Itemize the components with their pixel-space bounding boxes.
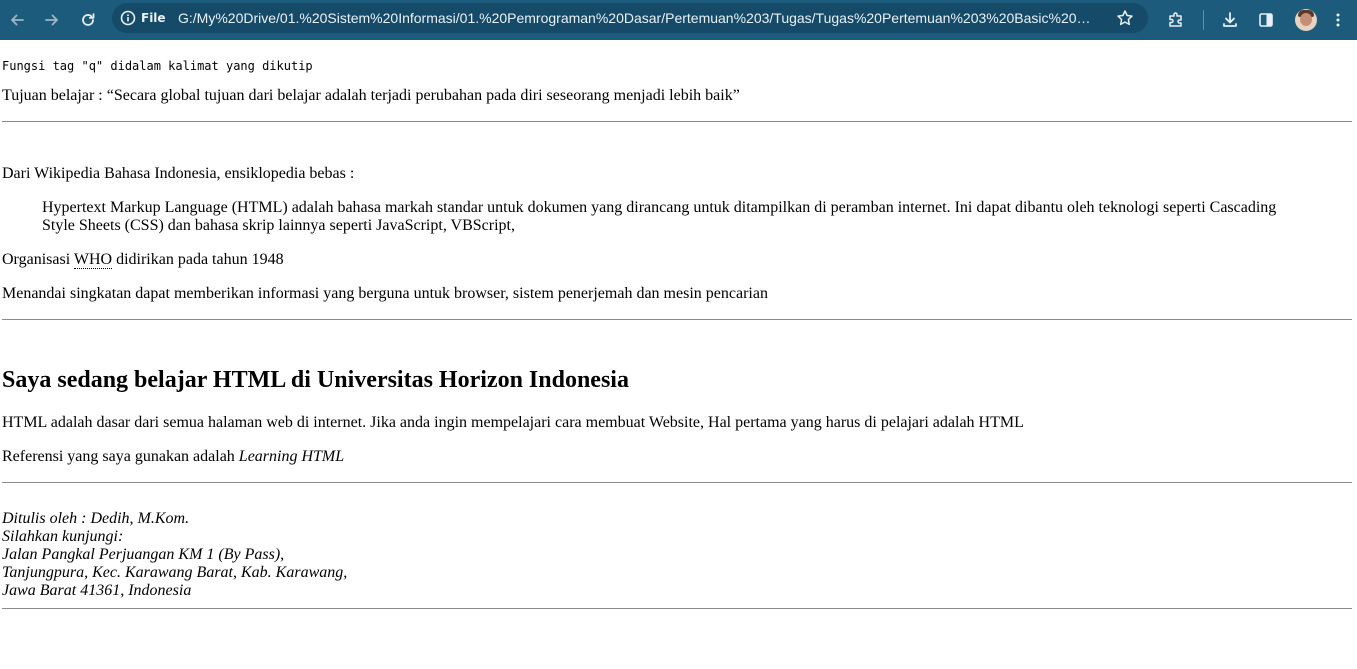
arrow-left-icon — [11, 14, 24, 26]
reference-prefix: Referensi yang saya gunakan adalah — [2, 448, 239, 465]
page-content: Fungsi tag "q" didalam kalimat yang diku… — [0, 40, 1357, 669]
downloads-button[interactable] — [1215, 5, 1245, 35]
browser-toolbar: File G:/My%20Drive/01.%20Sistem%20Inform… — [0, 0, 1357, 40]
address-line: Ditulis oleh : Dedih, M.Kom. — [2, 510, 190, 527]
html-paragraph: HTML adalah dasar dari semua halaman web… — [2, 414, 1024, 431]
address-bar[interactable]: File G:/My%20Drive/01.%20Sistem%20Inform… — [112, 3, 1148, 33]
url-text[interactable]: G:/My%20Drive/01.%20Sistem%20Informasi/0… — [178, 3, 1098, 33]
back-button[interactable] — [2, 5, 32, 35]
side-panel-button[interactable] — [1251, 5, 1281, 35]
divider — [2, 319, 1352, 320]
divider — [2, 608, 1352, 609]
avatar[interactable] — [1295, 9, 1317, 31]
org-suffix: didirikan pada tahun 1948 — [112, 251, 284, 268]
side-panel-icon — [1259, 13, 1273, 27]
avatar-face — [1300, 13, 1312, 26]
star-icon — [1117, 10, 1133, 26]
address-line: Jalan Pangkal Perjuangan KM 1 (By Pass), — [2, 546, 285, 563]
page-heading: Saya sedang belajar HTML di Universitas … — [2, 367, 629, 393]
more-vert-icon — [1336, 13, 1340, 27]
q-paragraph: Tujuan belajar : “Secara global tujuan d… — [2, 87, 740, 104]
address-line: Silahkan kunjungi: — [2, 528, 124, 545]
q-tag-heading: Fungsi tag "q" didalam kalimat yang diku… — [2, 59, 313, 73]
info-chip-label: File — [141, 11, 166, 25]
reload-icon — [82, 13, 95, 26]
divider — [2, 482, 1352, 483]
address-line: Jawa Barat 41361, Indonesia — [2, 582, 192, 599]
site-info-chip[interactable]: File — [116, 6, 174, 30]
q-prefix: Tujuan belajar : — [2, 87, 107, 104]
wiki-intro: Dari Wikipedia Bahasa Indonesia, ensiklo… — [2, 165, 355, 182]
extensions-button[interactable] — [1161, 5, 1191, 35]
menu-button[interactable] — [1323, 5, 1353, 35]
blockquote: Hypertext Markup Language (HTML) adalah … — [42, 199, 1277, 234]
reload-button[interactable] — [73, 5, 103, 35]
extensions-icon — [1169, 12, 1182, 27]
info-icon — [120, 10, 136, 26]
download-icon — [1223, 12, 1237, 27]
author-address: Ditulis oleh : Dedih, M.Kom. Silahkan ku… — [2, 510, 347, 600]
inline-quote: Secara global tujuan dari belajar adalah… — [113, 87, 733, 104]
org-prefix: Organisasi — [2, 251, 74, 268]
abbr-who: WHO — [73, 251, 113, 269]
arrow-right-icon — [45, 14, 58, 26]
address-line: Tanjungpura, Kec. Karawang Barat, Kab. K… — [2, 564, 348, 581]
reference-paragraph: Referensi yang saya gunakan adalah Learn… — [2, 448, 344, 466]
divider — [2, 121, 1352, 122]
abbr-note: Menandai singkatan dapat memberikan info… — [2, 285, 768, 302]
toolbar-separator — [1203, 10, 1204, 30]
org-paragraph: Organisasi WHO didirikan pada tahun 1948 — [2, 251, 284, 269]
bookmark-star-button[interactable] — [1112, 5, 1138, 31]
reference-cite: Learning HTML — [238, 448, 345, 465]
forward-button[interactable] — [37, 5, 67, 35]
